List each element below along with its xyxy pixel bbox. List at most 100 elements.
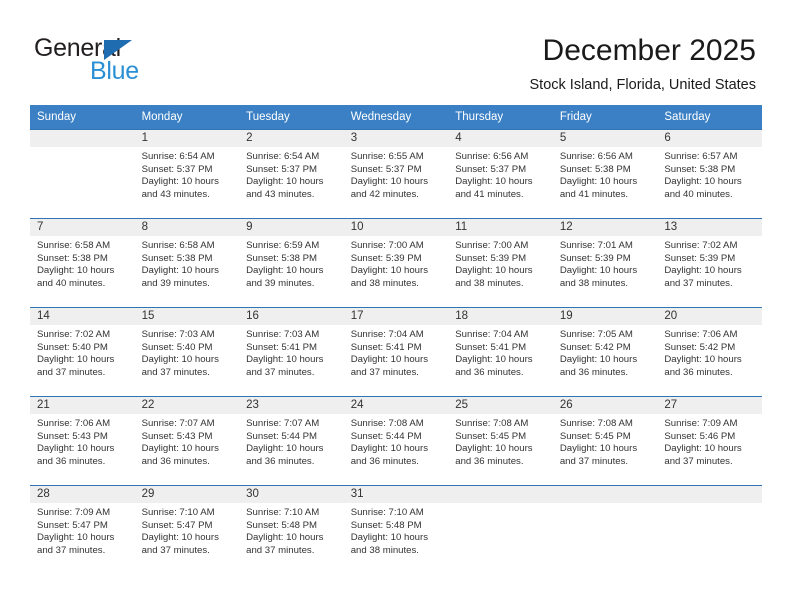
daylight-text-line2: and 36 minutes.	[455, 455, 524, 467]
daylight-text-line2: and 36 minutes.	[664, 366, 733, 378]
sunset-text: Sunset: 5:44 PM	[246, 430, 318, 442]
day-sun-info: Sunrise: 7:10 AM Sunset: 5:48 PM Daylight:…	[344, 503, 449, 557]
sunrise-text: Sunrise: 6:54 AM	[246, 151, 320, 162]
calendar-week-row: 21 Sunrise: 7:06 AM Sunset: 5:43 PM Dayligh…	[30, 396, 762, 486]
page-title: December 2025	[542, 34, 756, 67]
daylight-text-line2: and 38 minutes.	[559, 277, 629, 289]
calendar-day-cell[interactable]: 30 Sunrise: 7:10 AM Sunset: 5:48 PM Dayligh…	[239, 485, 344, 575]
daylight-text-line1: Daylight: 10 hours	[350, 265, 429, 277]
sunrise-text: Sunrise: 7:05 AM	[559, 329, 633, 340]
day-sun-info: Sunrise: 6:59 AM Sunset: 5:38 PM Daylight:…	[239, 236, 344, 290]
daylight-text-line1: Daylight: 10 hours	[141, 176, 219, 188]
daylight-text-line1: Daylight: 10 hours	[350, 176, 429, 188]
sunrise-text: Sunrise: 7:08 AM	[350, 418, 424, 429]
calendar-day-cell[interactable]: 20 Sunrise: 7:06 AM Sunset: 5:42 PM Dayligh…	[657, 307, 762, 397]
calendar-day-cell[interactable]: 13 Sunrise: 7:02 AM Sunset: 5:39 PM Dayligh…	[657, 218, 762, 308]
day-number: 6	[657, 130, 762, 147]
calendar-day-cell[interactable]: 2 Sunrise: 6:54 AM Sunset: 5:37 PM Daylight…	[239, 129, 344, 219]
calendar-day-cell[interactable]: 10 Sunrise: 7:00 AM Sunset: 5:39 PM Dayligh…	[343, 218, 449, 308]
calendar-grid: Sunday Monday Tuesday Wednesday Thursday…	[30, 105, 762, 575]
calendar-table: Sunday Monday Tuesday Wednesday Thursday…	[30, 105, 762, 575]
day-sun-info: Sunrise: 7:07 AM Sunset: 5:43 PM Daylight:…	[135, 414, 240, 468]
day-number: 24	[343, 397, 449, 414]
daylight-text-line2: and 37 minutes.	[664, 277, 733, 289]
calendar-day-cell[interactable]: 22 Sunrise: 7:07 AM Sunset: 5:43 PM Dayligh…	[134, 396, 240, 486]
daylight-text-line1: Daylight: 10 hours	[664, 354, 742, 366]
daylight-text-line2: and 39 minutes.	[141, 277, 210, 289]
daylight-text-line2: and 36 minutes.	[37, 455, 106, 467]
day-number: 29	[134, 486, 240, 503]
day-sun-info: Sunrise: 7:10 AM Sunset: 5:47 PM Daylight:…	[135, 503, 240, 557]
calendar-day-cell[interactable]: 5 Sunrise: 6:56 AM Sunset: 5:38 PM Daylight…	[552, 129, 658, 219]
calendar-day-cell[interactable]: 17 Sunrise: 7:04 AM Sunset: 5:41 PM Dayligh…	[343, 307, 449, 397]
sunset-text: Sunset: 5:38 PM	[246, 252, 318, 264]
sunrise-text: Sunrise: 7:08 AM	[455, 418, 529, 429]
sunrise-text: Sunrise: 6:55 AM	[350, 151, 424, 162]
daylight-text-line2: and 40 minutes.	[37, 277, 106, 289]
sunset-text: Sunset: 5:48 PM	[246, 519, 318, 531]
calendar-day-cell[interactable]: 15 Sunrise: 7:03 AM Sunset: 5:40 PM Dayligh…	[134, 307, 240, 397]
day-sun-info: Sunrise: 7:03 AM Sunset: 5:40 PM Daylight:…	[135, 325, 240, 379]
sunrise-text: Sunrise: 6:57 AM	[664, 151, 738, 162]
calendar-day-cell[interactable]: 21 Sunrise: 7:06 AM Sunset: 5:43 PM Dayligh…	[30, 396, 135, 486]
daylight-text-line2: and 36 minutes.	[141, 455, 210, 467]
day-number: 1	[134, 130, 240, 147]
calendar-day-cell[interactable]: 11 Sunrise: 7:00 AM Sunset: 5:39 PM Dayligh…	[448, 218, 553, 308]
sunset-text: Sunset: 5:48 PM	[350, 519, 422, 531]
day-sun-info: Sunrise: 7:01 AM Sunset: 5:39 PM Daylight:…	[553, 236, 658, 290]
sunset-text: Sunset: 5:41 PM	[246, 341, 318, 353]
day-number: 7	[30, 219, 135, 236]
calendar-day-cell[interactable]: 27 Sunrise: 7:09 AM Sunset: 5:46 PM Dayligh…	[657, 396, 762, 486]
calendar-page: General Blue December 2025 Stock Island,…	[0, 0, 792, 612]
sunrise-text: Sunrise: 7:06 AM	[37, 418, 111, 429]
daylight-text-line2: and 40 minutes.	[664, 188, 733, 200]
weekday-header-sunday: Sunday	[30, 105, 135, 130]
daylight-text-line2: and 38 minutes.	[350, 277, 419, 289]
calendar-day-cell[interactable]: 31 Sunrise: 7:10 AM Sunset: 5:48 PM Dayligh…	[343, 485, 449, 575]
day-sun-info: Sunrise: 6:58 AM Sunset: 5:38 PM Daylight:…	[135, 236, 240, 290]
weekday-header-friday: Friday	[552, 105, 658, 130]
calendar-day-cell[interactable]: 23 Sunrise: 7:07 AM Sunset: 5:44 PM Dayligh…	[239, 396, 344, 486]
daylight-text-line2: and 37 minutes.	[246, 544, 315, 556]
sunrise-text: Sunrise: 6:54 AM	[141, 151, 215, 162]
calendar-day-cell[interactable]: 19 Sunrise: 7:05 AM Sunset: 5:42 PM Dayligh…	[552, 307, 658, 397]
daylight-text-line2: and 37 minutes.	[141, 544, 210, 556]
page-subtitle: Stock Island, Florida, United States	[529, 77, 756, 93]
calendar-day-cell[interactable]: 14 Sunrise: 7:02 AM Sunset: 5:40 PM Dayligh…	[30, 307, 135, 397]
calendar-day-cell[interactable]: 1 Sunrise: 6:54 AM Sunset: 5:37 PM Daylight…	[134, 129, 240, 219]
daylight-text-line2: and 36 minutes.	[350, 455, 419, 467]
sunrise-text: Sunrise: 6:59 AM	[246, 240, 320, 251]
day-number: 28	[30, 486, 135, 503]
calendar-day-cell[interactable]: 12 Sunrise: 7:01 AM Sunset: 5:39 PM Dayligh…	[552, 218, 658, 308]
calendar-day-cell[interactable]: 8 Sunrise: 6:58 AM Sunset: 5:38 PM Daylight…	[134, 218, 240, 308]
day-sun-info: Sunrise: 6:57 AM Sunset: 5:38 PM Daylight:…	[657, 147, 762, 201]
calendar-day-cell[interactable]: 4 Sunrise: 6:56 AM Sunset: 5:37 PM Daylight…	[448, 129, 553, 219]
calendar-day-cell[interactable]: 6 Sunrise: 6:57 AM Sunset: 5:38 PM Daylight…	[657, 129, 762, 219]
calendar-day-cell[interactable]: 24 Sunrise: 7:08 AM Sunset: 5:44 PM Dayligh…	[343, 396, 449, 486]
sunrise-text: Sunrise: 7:07 AM	[246, 418, 320, 429]
general-blue-logo[interactable]: General Blue	[34, 36, 234, 88]
day-number: 10	[343, 219, 449, 236]
day-sun-info: Sunrise: 7:08 AM Sunset: 5:45 PM Daylight:…	[553, 414, 658, 468]
calendar-day-cell[interactable]: 26 Sunrise: 7:08 AM Sunset: 5:45 PM Dayligh…	[552, 396, 658, 486]
sunset-text: Sunset: 5:42 PM	[664, 341, 736, 353]
day-sun-info: Sunrise: 6:56 AM Sunset: 5:37 PM Daylight:…	[448, 147, 553, 201]
calendar-day-cell[interactable]: 18 Sunrise: 7:04 AM Sunset: 5:41 PM Dayligh…	[448, 307, 553, 397]
calendar-day-cell[interactable]: 9 Sunrise: 6:59 AM Sunset: 5:38 PM Daylight…	[239, 218, 344, 308]
day-number: 25	[448, 397, 553, 414]
calendar-day-cell[interactable]: 28 Sunrise: 7:09 AM Sunset: 5:47 PM Dayligh…	[30, 485, 135, 575]
calendar-day-cell[interactable]: 3 Sunrise: 6:55 AM Sunset: 5:37 PM Daylight…	[343, 129, 449, 219]
daylight-text-line1: Daylight: 10 hours	[664, 265, 742, 277]
daylight-text-line1: Daylight: 10 hours	[141, 354, 219, 366]
calendar-day-cell[interactable]: 29 Sunrise: 7:10 AM Sunset: 5:47 PM Dayligh…	[134, 485, 240, 575]
calendar-day-cell[interactable]: 7 Sunrise: 6:58 AM Sunset: 5:38 PM Daylight…	[30, 218, 135, 308]
sunset-text: Sunset: 5:47 PM	[37, 519, 108, 531]
weekday-header-tuesday: Tuesday	[239, 105, 344, 130]
daylight-text-line1: Daylight: 10 hours	[37, 265, 115, 277]
calendar-day-cell[interactable]: 16 Sunrise: 7:03 AM Sunset: 5:41 PM Dayligh…	[239, 307, 344, 397]
day-sun-info: Sunrise: 7:02 AM Sunset: 5:39 PM Daylight:…	[657, 236, 762, 290]
weekday-header-thursday: Thursday	[448, 105, 553, 130]
daylight-text-line1: Daylight: 10 hours	[141, 443, 219, 455]
calendar-day-cell[interactable]: 25 Sunrise: 7:08 AM Sunset: 5:45 PM Dayligh…	[448, 396, 553, 486]
day-sun-info: Sunrise: 7:07 AM Sunset: 5:44 PM Daylight:…	[239, 414, 344, 468]
